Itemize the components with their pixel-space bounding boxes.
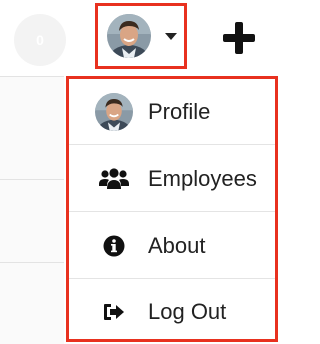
menu-item-label: Profile <box>148 98 211 124</box>
divider <box>0 179 64 180</box>
user-menu-button[interactable] <box>95 3 187 69</box>
user-dropdown-menu: Profile Employees About Log Out <box>66 76 278 342</box>
users-group-icon <box>94 159 134 199</box>
menu-item-label: Log Out <box>148 299 227 324</box>
chevron-down-icon <box>165 32 177 40</box>
avatar-icon <box>107 14 151 58</box>
menu-item-logout[interactable]: Log Out <box>69 279 275 344</box>
sign-out-icon <box>94 292 134 332</box>
menu-item-label: About <box>148 232 206 258</box>
add-icon[interactable] <box>223 22 255 54</box>
avatar-icon <box>94 92 134 132</box>
notification-count: 0 <box>36 32 44 48</box>
menu-item-label: Employees <box>148 165 257 191</box>
divider <box>0 76 64 77</box>
menu-item-profile[interactable]: Profile <box>69 79 275 145</box>
app-screen: 0 Profile Employees About Log Out <box>0 0 279 344</box>
top-bar: 0 <box>0 0 279 76</box>
background-page <box>0 76 64 344</box>
menu-item-about[interactable]: About <box>69 213 275 279</box>
menu-item-employees[interactable]: Employees <box>69 146 275 212</box>
info-icon <box>94 226 134 266</box>
divider <box>0 262 64 263</box>
notification-badge[interactable]: 0 <box>14 14 66 66</box>
